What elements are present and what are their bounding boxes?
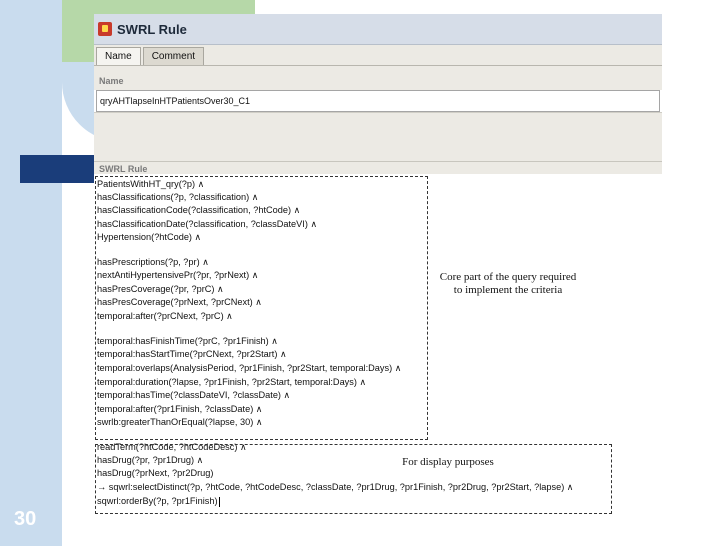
tab-bar: Name Comment bbox=[94, 45, 662, 66]
name-section-label: Name bbox=[94, 74, 662, 90]
rule-name-value: qryAHTlapseInHTPatientsOver30_C1 bbox=[100, 96, 251, 106]
core-annotation: Core part of the query required to imple… bbox=[428, 271, 588, 297]
core-annotation-line-1: Core part of the query required bbox=[439, 271, 577, 283]
core-annotation-line-2: to implement the criteria bbox=[453, 284, 563, 296]
rule-name-input[interactable]: qryAHTlapseInHTPatientsOver30_C1 bbox=[96, 90, 660, 112]
tab-comment[interactable]: Comment bbox=[142, 47, 205, 65]
tab-name[interactable]: Name bbox=[96, 47, 141, 65]
section-gap bbox=[94, 66, 662, 74]
protege-app-icon bbox=[98, 22, 112, 36]
slide-left-band bbox=[0, 0, 62, 546]
display-highlight-box bbox=[95, 444, 612, 514]
slide-number: 30 bbox=[14, 508, 37, 530]
display-annotation: For display purposes bbox=[402, 456, 494, 468]
core-query-highlight-box bbox=[95, 176, 428, 440]
name-section-spacer bbox=[94, 112, 662, 161]
title-bar: SWRL Rule bbox=[94, 14, 662, 45]
window-title: SWRL Rule bbox=[117, 21, 187, 37]
